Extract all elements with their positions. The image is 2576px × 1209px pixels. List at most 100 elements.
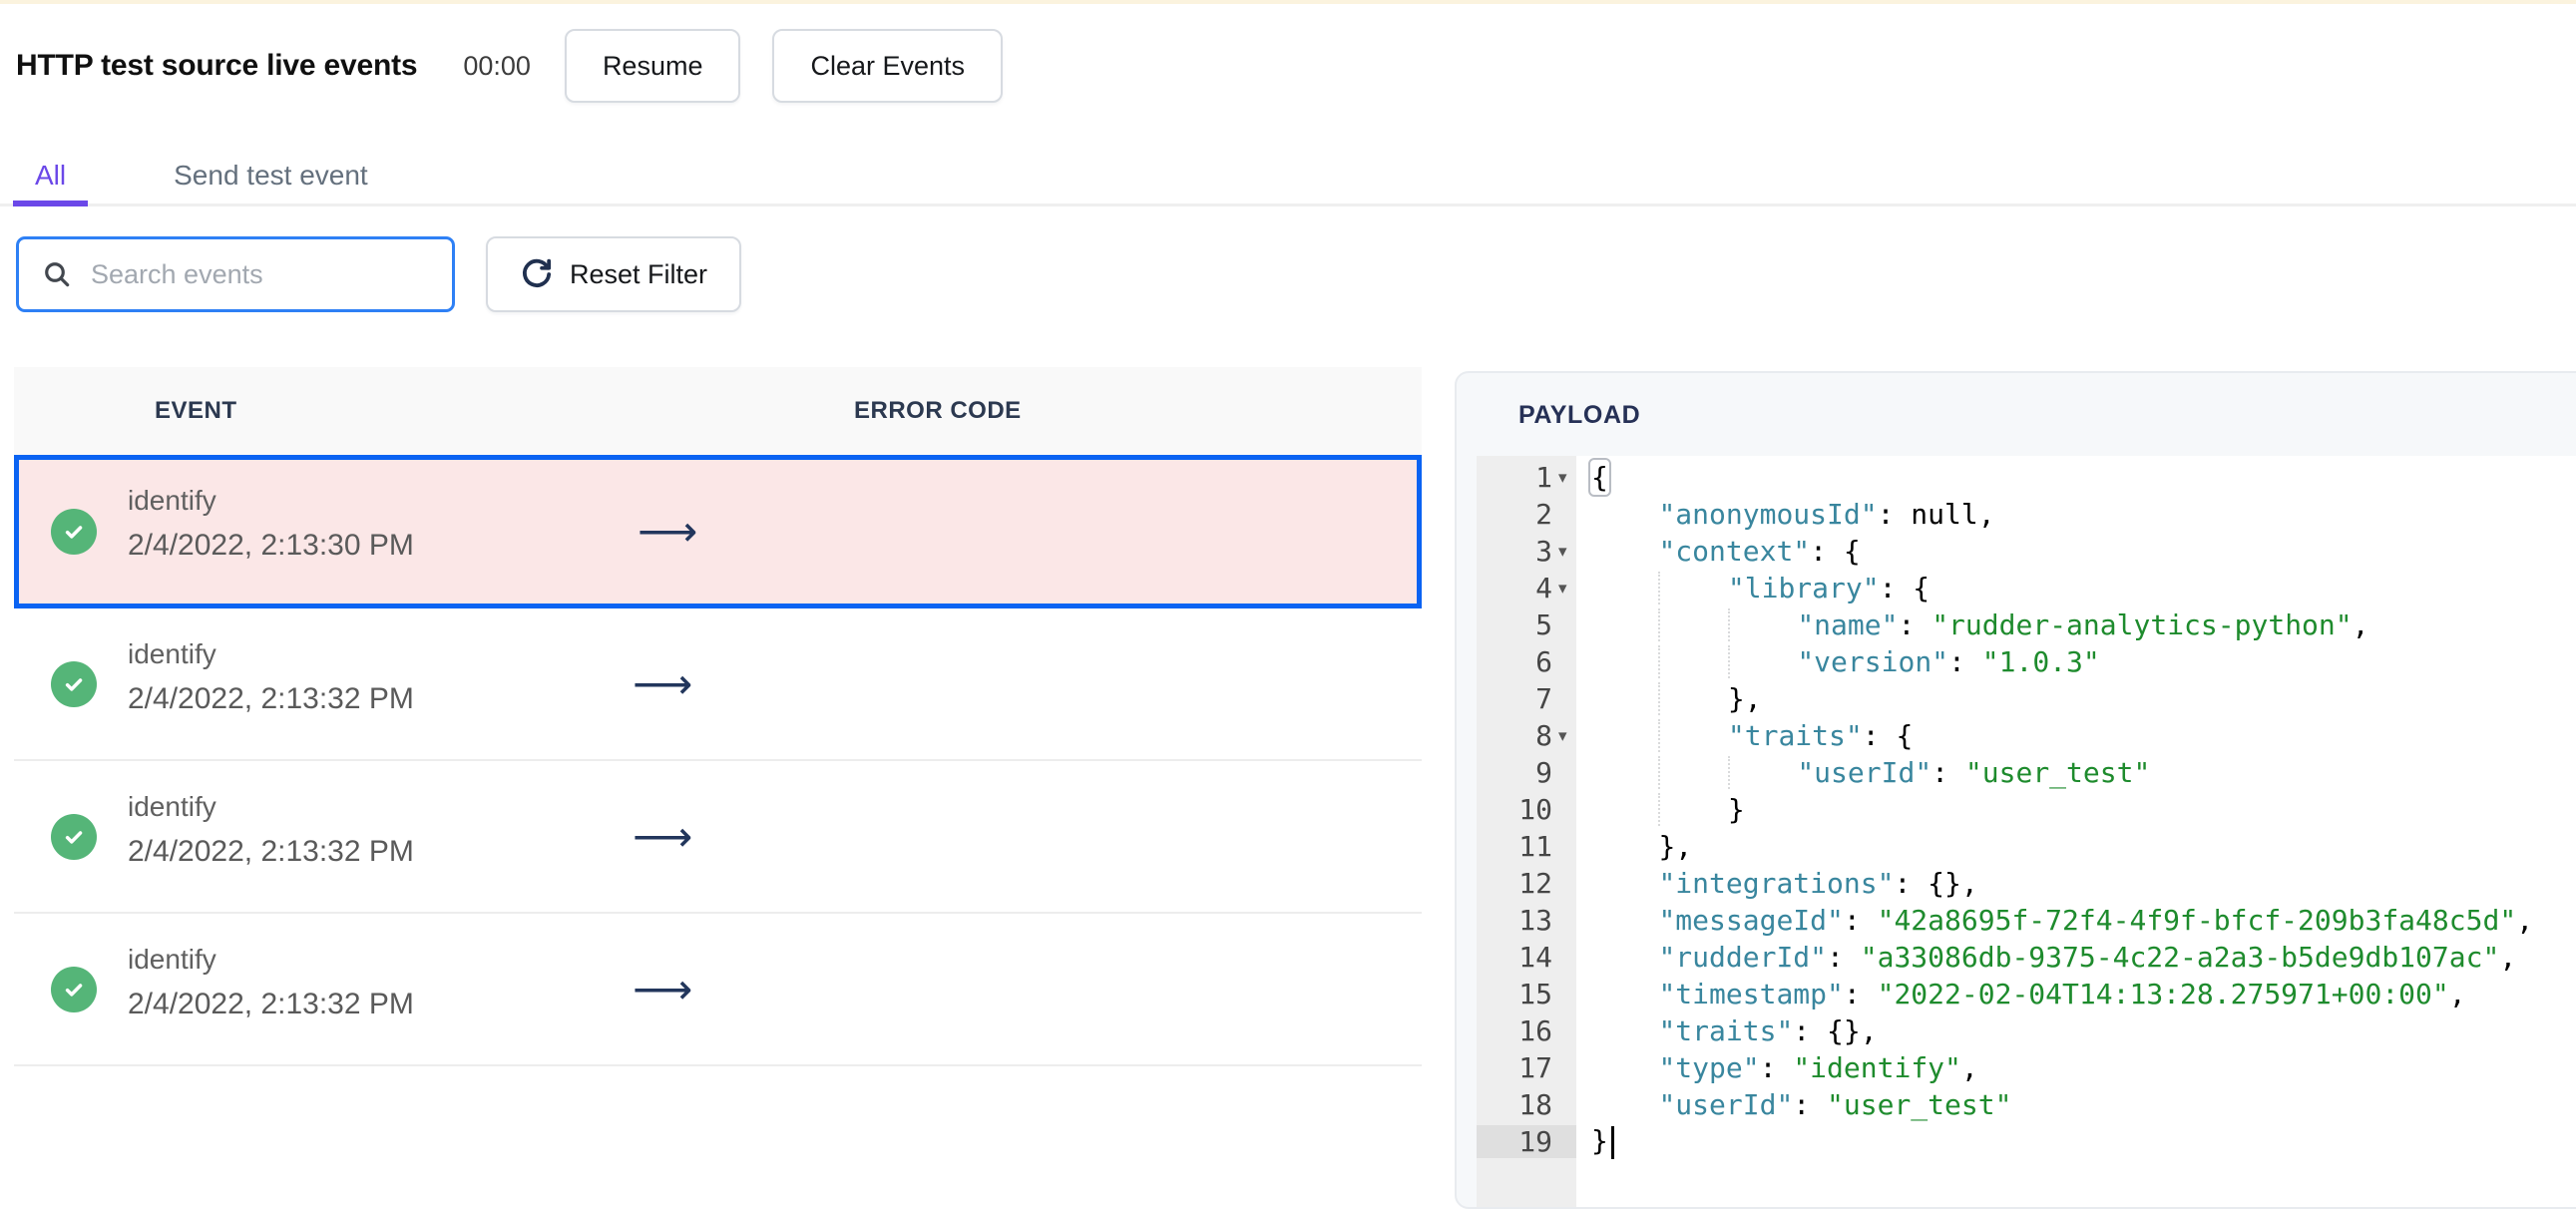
code-line[interactable]: 9 "userId": "user_test" xyxy=(1477,754,2576,791)
line-number: 7 xyxy=(1535,682,1552,715)
code-line[interactable]: 12 "integrations": {}, xyxy=(1477,865,2576,902)
event-type: identify xyxy=(128,485,216,516)
code-line[interactable]: 2 "anonymousId": null, xyxy=(1477,496,2576,533)
event-row[interactable]: identify 2/4/2022, 2:13:30 PM ⟶ xyxy=(14,455,1422,608)
resume-button[interactable]: Resume xyxy=(564,29,741,103)
indent-guide xyxy=(1658,645,1728,678)
code-lines: 1 ▾ {2 "anonymousId": null, 3 ▾ "context": {… xyxy=(1477,458,2576,1160)
json-payload-editor[interactable]: 1 ▾ {2 "anonymousId": null, 3 ▾ "context": {… xyxy=(1477,456,2576,1207)
code-text: "userId": "user_test" xyxy=(1658,1088,2012,1121)
view-payload-arrow-icon[interactable]: ⟶ xyxy=(633,968,692,1010)
code-text: "userId": "user_test" xyxy=(1576,756,2150,789)
code-line[interactable]: 1 ▾ { xyxy=(1477,458,2576,497)
line-number: 18 xyxy=(1518,1088,1552,1121)
page-title: HTTP test source live events xyxy=(16,49,418,82)
line-number: 16 xyxy=(1518,1014,1552,1047)
code-line[interactable]: 17 "type": "identify", xyxy=(1477,1049,2576,1086)
fold-arrow-icon[interactable]: ▾ xyxy=(1558,542,1567,562)
code-line[interactable]: 5 "name": "rudder-analytics-python", xyxy=(1477,606,2576,643)
event-row[interactable]: identify 2/4/2022, 2:13:32 PM ⟶ xyxy=(14,761,1422,914)
line-number: 4 ▾ xyxy=(1535,572,1567,604)
event-type: identify xyxy=(128,638,216,669)
code-line[interactable]: 11 }, xyxy=(1477,828,2576,865)
code-text: } xyxy=(1576,793,1745,826)
filter-controls: Reset Filter xyxy=(16,236,742,312)
column-header-event: EVENT xyxy=(155,397,237,424)
clear-events-button[interactable]: Clear Events xyxy=(772,29,1004,103)
code-text: }, xyxy=(1658,830,1693,863)
code-text: "messageId": "42a8695f-72f4-4f9f-bfcf-20… xyxy=(1658,904,2534,937)
live-events-table: EVENT ERROR CODE identify 2/4/2022, 2:13:… xyxy=(14,367,1422,1066)
line-number: 15 xyxy=(1518,978,1552,1010)
code-text: "type": "identify", xyxy=(1658,1051,1978,1084)
tab-all[interactable]: All xyxy=(13,148,89,206)
success-check-icon xyxy=(51,660,97,707)
indent-guide xyxy=(1658,756,1728,789)
reset-filter-label: Reset Filter xyxy=(570,258,708,289)
event-row[interactable]: identify 2/4/2022, 2:13:32 PM ⟶ xyxy=(14,608,1422,761)
indent-guide xyxy=(1727,645,1798,678)
code-text: "traits": { xyxy=(1576,719,1913,752)
indent-guide xyxy=(1658,572,1728,604)
payload-panel: PAYLOAD 1 ▾ {2 "anonymousId": null, 3 ▾ "con… xyxy=(1455,371,2576,1209)
code-line[interactable]: 3 ▾ "context": { xyxy=(1477,533,2576,570)
line-number: 10 xyxy=(1518,793,1552,826)
code-line[interactable]: 14 "rudderId": "a33086db-9375-4c22-a2a3-… xyxy=(1477,939,2576,976)
column-header-error-code: ERROR CODE xyxy=(854,397,1022,424)
code-line[interactable]: 13 "messageId": "42a8695f-72f4-4f9f-bfcf… xyxy=(1477,902,2576,939)
event-timestamp: 2/4/2022, 2:13:32 PM xyxy=(128,835,414,868)
reset-filter-button[interactable]: Reset Filter xyxy=(486,236,742,312)
event-row[interactable]: identify 2/4/2022, 2:13:32 PM ⟶ xyxy=(14,914,1422,1066)
event-timestamp: 2/4/2022, 2:13:30 PM xyxy=(128,529,414,562)
code-text: "name": "rudder-analytics-python", xyxy=(1576,608,2368,641)
search-icon xyxy=(45,262,70,287)
code-line[interactable]: 6 "version": "1.0.3" xyxy=(1477,643,2576,680)
code-text: } xyxy=(1576,1124,1614,1159)
line-number: 9 xyxy=(1535,756,1552,789)
line-number: 3 ▾ xyxy=(1535,535,1567,568)
fold-arrow-icon[interactable]: ▾ xyxy=(1558,468,1567,488)
fold-arrow-icon[interactable]: ▾ xyxy=(1558,726,1567,746)
code-text: "timestamp": "2022-02-04T14:13:28.275971… xyxy=(1658,978,2466,1010)
page-header: HTTP test source live events 00:00 Resum… xyxy=(16,26,1004,106)
code-line[interactable]: 4 ▾ "library": { xyxy=(1477,570,2576,606)
code-text: "traits": {}, xyxy=(1658,1014,1878,1047)
fold-arrow-icon[interactable]: ▾ xyxy=(1558,579,1567,599)
line-number: 6 xyxy=(1535,645,1552,678)
indent-guide xyxy=(1727,756,1798,789)
event-type: identify xyxy=(128,791,216,822)
event-timestamp: 2/4/2022, 2:13:32 PM xyxy=(128,682,414,715)
view-payload-arrow-icon[interactable]: ⟶ xyxy=(633,815,692,858)
refresh-icon xyxy=(522,258,552,287)
code-line[interactable]: 16 "traits": {}, xyxy=(1477,1012,2576,1049)
line-number: 12 xyxy=(1518,867,1552,900)
tab-send-test-event[interactable]: Send test event xyxy=(152,148,390,203)
code-line[interactable]: 7 }, xyxy=(1477,680,2576,717)
tab-bar: All Send test event xyxy=(0,148,2576,206)
search-input[interactable] xyxy=(89,257,432,291)
code-line[interactable]: 19} xyxy=(1477,1123,2576,1160)
line-number: 8 ▾ xyxy=(1535,719,1567,752)
code-text: "version": "1.0.3" xyxy=(1576,645,2100,678)
line-number: 17 xyxy=(1518,1051,1552,1084)
view-payload-arrow-icon[interactable]: ⟶ xyxy=(638,511,697,553)
code-line[interactable]: 18 "userId": "user_test" xyxy=(1477,1086,2576,1123)
success-check-icon xyxy=(51,966,97,1012)
code-line[interactable]: 15 "timestamp": "2022-02-04T14:13:28.275… xyxy=(1477,976,2576,1012)
view-payload-arrow-icon[interactable]: ⟶ xyxy=(633,662,692,705)
line-number: 5 xyxy=(1535,608,1552,641)
code-text: "context": { xyxy=(1658,535,1861,568)
code-line[interactable]: 8 ▾ "traits": { xyxy=(1477,717,2576,754)
code-text: "library": { xyxy=(1576,572,1930,604)
table-header: EVENT ERROR CODE xyxy=(14,367,1422,455)
event-type: identify xyxy=(128,944,216,975)
code-text: { xyxy=(1588,458,1611,497)
search-events-box[interactable] xyxy=(16,236,455,312)
code-text: "integrations": {}, xyxy=(1658,867,1978,900)
code-text: }, xyxy=(1576,682,1762,715)
indent-guide xyxy=(1658,682,1728,715)
payload-panel-title: PAYLOAD xyxy=(1518,401,1641,429)
line-number: 1 ▾ xyxy=(1535,461,1567,494)
code-text: "rudderId": "a33086db-9375-4c22-a2a3-b5d… xyxy=(1658,941,2517,974)
code-line[interactable]: 10 } xyxy=(1477,791,2576,828)
